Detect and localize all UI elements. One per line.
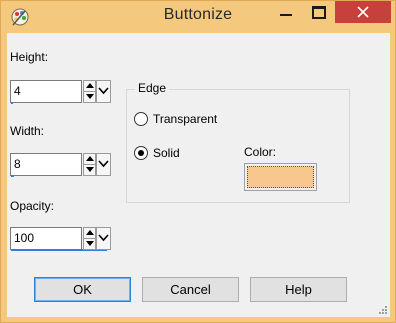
spin-down-icon[interactable] bbox=[83, 164, 96, 176]
opacity-dropdown-button[interactable] bbox=[96, 227, 111, 250]
radio-transparent-label: Transparent bbox=[153, 112, 218, 126]
ok-button[interactable]: OK bbox=[34, 277, 131, 302]
radio-transparent-circle[interactable] bbox=[134, 112, 148, 126]
height-dropdown-button[interactable] bbox=[96, 80, 111, 103]
height-input[interactable]: 4 bbox=[10, 80, 82, 104]
height-slider-track[interactable] bbox=[11, 102, 13, 104]
dialog-body: Height: 4 Width: 8 Opacity: 100 Edge Tra… bbox=[7, 33, 390, 317]
chevron-down-icon bbox=[98, 160, 109, 168]
edge-group-title: Edge bbox=[135, 81, 170, 95]
color-swatch-fill bbox=[247, 166, 314, 188]
chevron-down-icon bbox=[98, 87, 109, 95]
width-value: 8 bbox=[14, 157, 21, 171]
opacity-input[interactable]: 100 bbox=[10, 227, 107, 251]
cancel-button[interactable]: Cancel bbox=[142, 277, 239, 302]
close-icon bbox=[357, 6, 369, 18]
color-swatch-button[interactable] bbox=[244, 163, 317, 191]
opacity-stepper: 100 bbox=[10, 227, 111, 251]
dialog-window: Buttonize Height: 4 Width: 8 Opacity: 10… bbox=[0, 0, 396, 323]
width-stepper: 8 bbox=[10, 153, 111, 177]
spin-down-icon[interactable] bbox=[83, 91, 96, 103]
height-value: 4 bbox=[14, 84, 21, 98]
width-label: Width: bbox=[10, 124, 45, 138]
opacity-value: 100 bbox=[14, 231, 35, 245]
height-stepper: 4 bbox=[10, 80, 111, 104]
resize-grip-icon[interactable] bbox=[377, 304, 388, 315]
minimize-button[interactable] bbox=[271, 1, 301, 23]
title-bar[interactable]: Buttonize bbox=[1, 1, 395, 33]
width-slider-track[interactable] bbox=[11, 175, 14, 177]
height-label: Height: bbox=[10, 50, 49, 64]
opacity-label: Opacity: bbox=[10, 199, 55, 213]
width-input[interactable]: 8 bbox=[10, 153, 82, 177]
color-label: Color: bbox=[244, 145, 277, 159]
spin-down-icon[interactable] bbox=[83, 238, 96, 250]
width-dropdown-button[interactable] bbox=[96, 153, 111, 176]
help-button[interactable]: Help bbox=[250, 277, 347, 302]
radio-solid-circle[interactable] bbox=[134, 146, 148, 160]
maximize-button[interactable] bbox=[303, 1, 333, 23]
radio-solid-label: Solid bbox=[153, 146, 180, 160]
chevron-down-icon bbox=[98, 234, 109, 242]
close-button[interactable] bbox=[335, 1, 391, 23]
